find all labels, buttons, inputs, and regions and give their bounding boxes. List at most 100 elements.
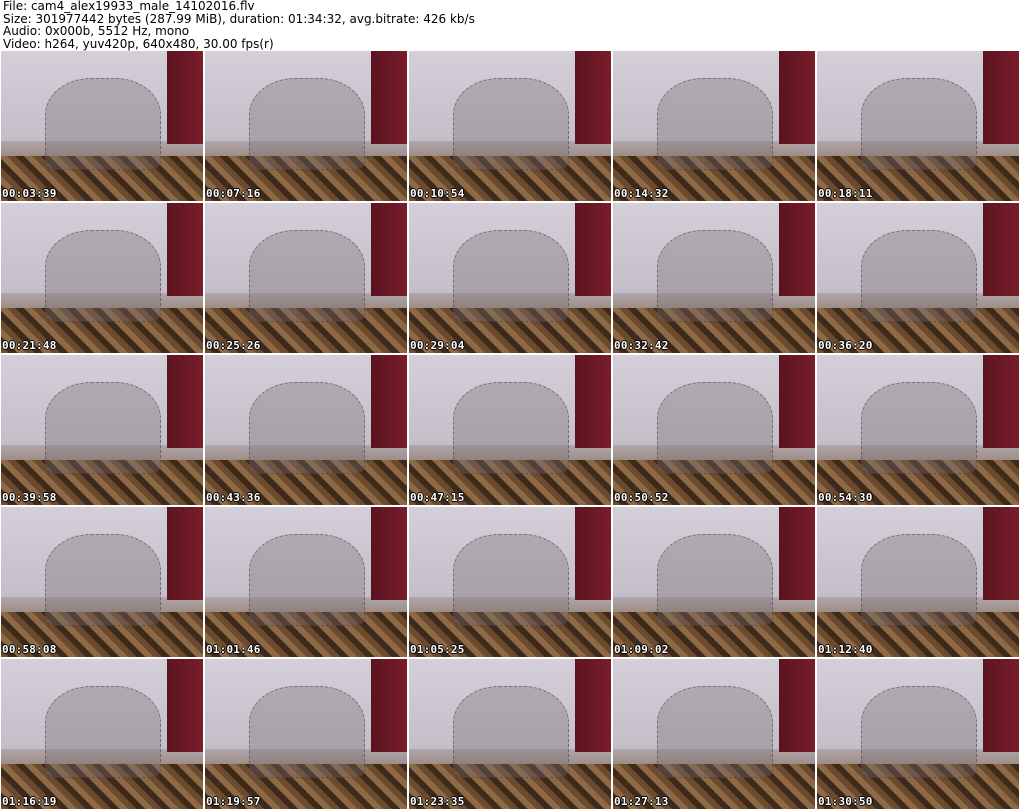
thumbnail-frame: 00:47:15 — [409, 355, 611, 505]
frame-curtain — [574, 203, 611, 296]
frame-timestamp: 01:09:02 — [614, 643, 669, 656]
thumbnail-frame: 01:19:57 — [205, 659, 407, 809]
frame-curtain — [778, 51, 815, 144]
frame-curtain — [166, 51, 203, 144]
frame-content-placeholder — [249, 78, 365, 170]
frame-content-placeholder — [657, 534, 773, 626]
frame-timestamp: 00:10:54 — [410, 187, 465, 200]
thumbnail-frame: 00:03:39 — [1, 51, 203, 201]
audio-info-line: Audio: 0x000b, 5512 Hz, mono — [3, 24, 190, 38]
frame-timestamp: 01:12:40 — [818, 643, 873, 656]
frame-timestamp: 01:16:19 — [2, 795, 57, 808]
frame-timestamp: 00:50:52 — [614, 491, 669, 504]
frame-curtain — [982, 203, 1019, 296]
frame-curtain — [370, 507, 407, 600]
frame-content-placeholder — [861, 78, 977, 170]
video-info-line: Video: h264, yuv420p, 640x480, 30.00 fps… — [3, 36, 274, 51]
frame-timestamp: 00:03:39 — [2, 187, 57, 200]
frame-timestamp: 01:19:57 — [206, 795, 261, 808]
frame-content-placeholder — [453, 78, 569, 170]
thumbnail-frame: 00:29:04 — [409, 203, 611, 353]
frame-curtain — [982, 355, 1019, 448]
frame-content-placeholder — [453, 230, 569, 322]
frame-content-placeholder — [453, 382, 569, 474]
frame-timestamp: 01:27:13 — [614, 795, 669, 808]
frame-curtain — [370, 659, 407, 752]
frame-content-placeholder — [45, 230, 161, 322]
thumbnail-frame: 01:05:25 — [409, 507, 611, 657]
frame-curtain — [574, 659, 611, 752]
frame-content-placeholder — [249, 686, 365, 778]
thumbnail-frame: 00:43:36 — [205, 355, 407, 505]
frame-timestamp: 00:36:20 — [818, 339, 873, 352]
frame-curtain — [166, 355, 203, 448]
frame-curtain — [574, 507, 611, 600]
frame-content-placeholder — [861, 382, 977, 474]
frame-timestamp: 00:47:15 — [410, 491, 465, 504]
frame-timestamp: 00:14:32 — [614, 187, 669, 200]
frame-curtain — [166, 203, 203, 296]
frame-curtain — [778, 659, 815, 752]
frame-timestamp: 01:05:25 — [410, 643, 465, 656]
thumbnail-frame: 01:09:02 — [613, 507, 815, 657]
thumbnail-frame: 01:12:40 — [817, 507, 1019, 657]
frame-curtain — [778, 355, 815, 448]
thumbnail-frame: 00:14:32 — [613, 51, 815, 201]
frame-timestamp: 00:21:48 — [2, 339, 57, 352]
frame-content-placeholder — [657, 382, 773, 474]
frame-curtain — [982, 51, 1019, 144]
frame-curtain — [370, 203, 407, 296]
frame-curtain — [574, 51, 611, 144]
frame-content-placeholder — [657, 686, 773, 778]
frame-curtain — [166, 507, 203, 600]
thumbnail-frame: 00:07:16 — [205, 51, 407, 201]
thumbnail-frame: 00:50:52 — [613, 355, 815, 505]
frame-content-placeholder — [861, 534, 977, 626]
frame-timestamp: 00:25:26 — [206, 339, 261, 352]
thumbnail-frame: 00:21:48 — [1, 203, 203, 353]
frame-timestamp: 01:30:50 — [818, 795, 873, 808]
frame-timestamp: 00:32:42 — [614, 339, 669, 352]
thumbnail-frame: 00:25:26 — [205, 203, 407, 353]
thumbnail-frame: 01:30:50 — [817, 659, 1019, 809]
thumbnail-frame: 01:01:46 — [205, 507, 407, 657]
thumbnail-frame: 01:16:19 — [1, 659, 203, 809]
thumbnail-grid: 00:03:39 00:07:16 00:10:54 00:14:32 00:18:11… — [1, 51, 1023, 809]
thumbnail-frame: 00:32:42 — [613, 203, 815, 353]
frame-content-placeholder — [861, 686, 977, 778]
file-name-line: File: cam4_alex19933_male_14102016.flv — [3, 0, 255, 13]
frame-curtain — [982, 507, 1019, 600]
frame-curtain — [778, 507, 815, 600]
frame-content-placeholder — [453, 534, 569, 626]
frame-content-placeholder — [657, 78, 773, 170]
frame-timestamp: 00:39:58 — [2, 491, 57, 504]
thumbnail-frame: 01:23:35 — [409, 659, 611, 809]
file-info-header: File: cam4_alex19933_male_14102016.flv S… — [3, 0, 475, 50]
frame-curtain — [166, 659, 203, 752]
frame-curtain — [778, 203, 815, 296]
thumbnail-frame: 00:10:54 — [409, 51, 611, 201]
frame-content-placeholder — [249, 534, 365, 626]
frame-timestamp: 01:01:46 — [206, 643, 261, 656]
frame-timestamp: 00:18:11 — [818, 187, 873, 200]
frame-timestamp: 00:54:30 — [818, 491, 873, 504]
thumbnail-frame: 00:54:30 — [817, 355, 1019, 505]
frame-curtain — [370, 355, 407, 448]
frame-content-placeholder — [249, 230, 365, 322]
frame-curtain — [574, 355, 611, 448]
frame-timestamp: 00:29:04 — [410, 339, 465, 352]
thumbnail-frame: 00:58:08 — [1, 507, 203, 657]
frame-content-placeholder — [453, 686, 569, 778]
frame-content-placeholder — [45, 686, 161, 778]
frame-timestamp: 00:58:08 — [2, 643, 57, 656]
frame-content-placeholder — [249, 382, 365, 474]
thumbnail-frame: 00:39:58 — [1, 355, 203, 505]
frame-curtain — [982, 659, 1019, 752]
frame-curtain — [370, 51, 407, 144]
thumbnail-frame: 01:27:13 — [613, 659, 815, 809]
frame-content-placeholder — [657, 230, 773, 322]
frame-timestamp: 01:23:35 — [410, 795, 465, 808]
frame-content-placeholder — [861, 230, 977, 322]
thumbnail-frame: 00:18:11 — [817, 51, 1019, 201]
frame-content-placeholder — [45, 534, 161, 626]
